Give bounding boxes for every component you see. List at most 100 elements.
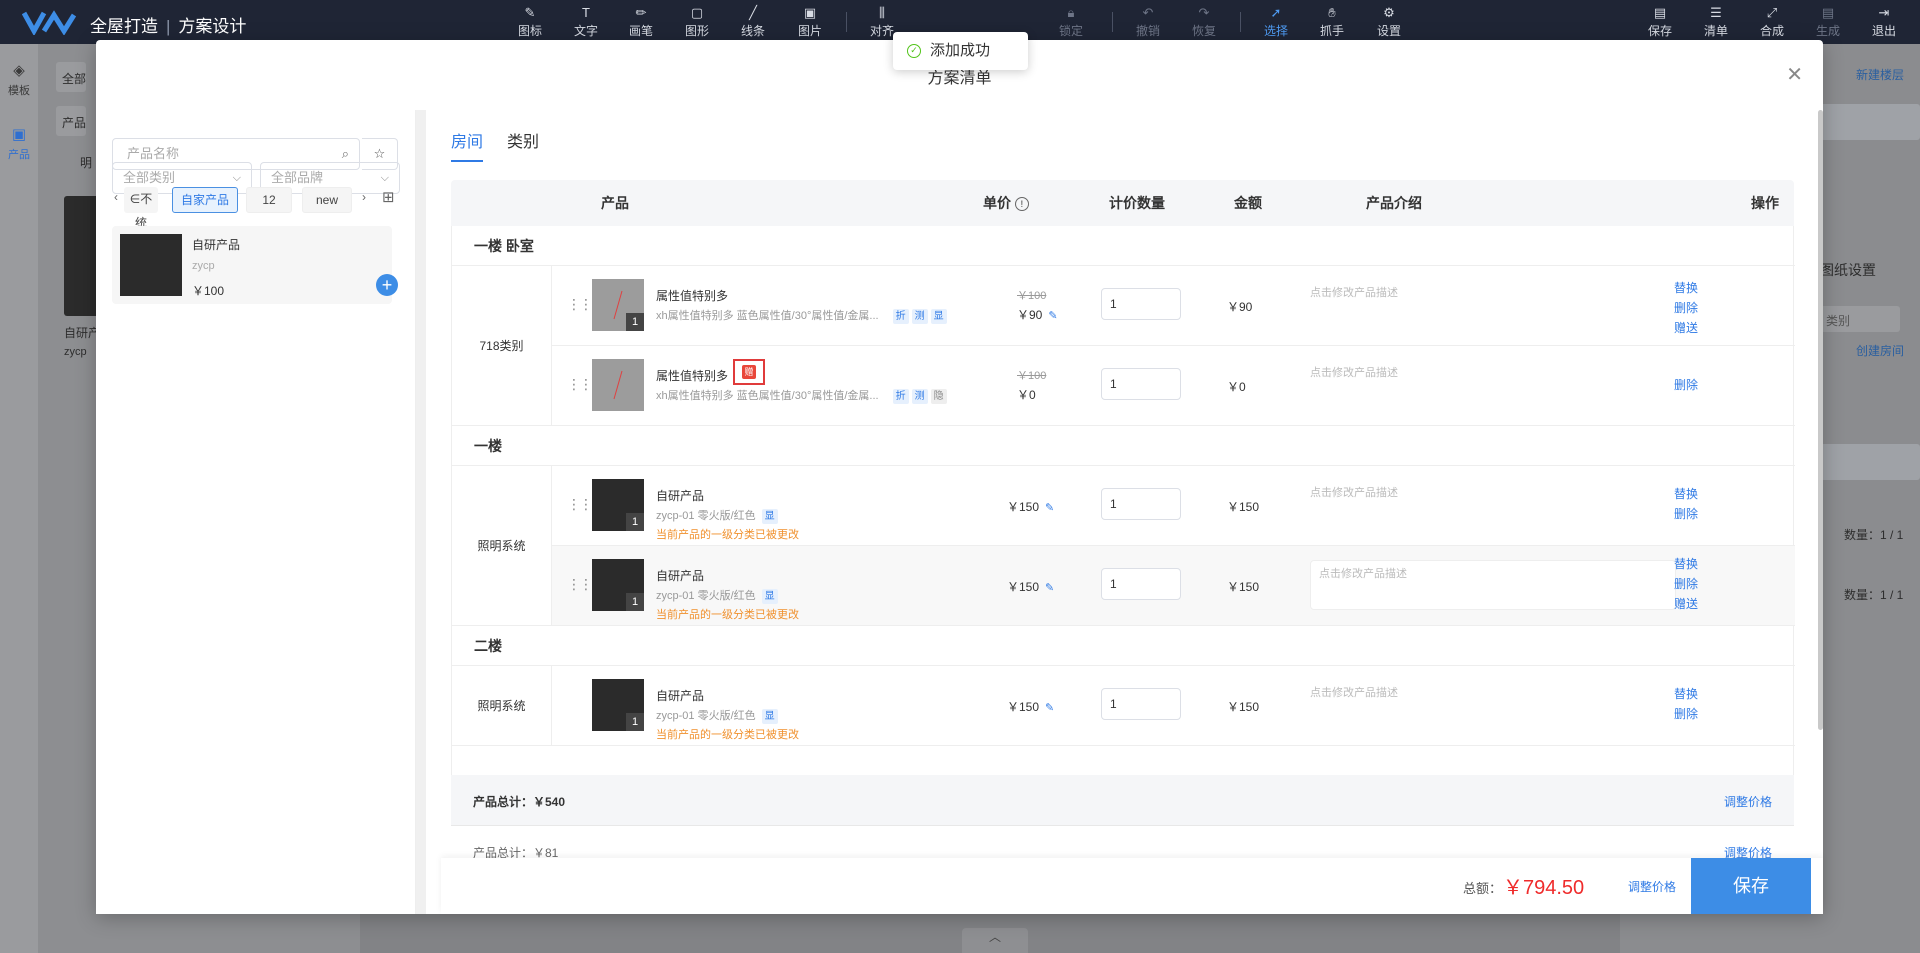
bg-band bbox=[1820, 104, 1920, 140]
chevron-right-icon[interactable]: › bbox=[362, 190, 366, 204]
row-actions: 删除 bbox=[1674, 375, 1698, 395]
toolbar-button[interactable]: ▤ 保存 bbox=[1636, 4, 1684, 39]
gift-link[interactable]: 赠送 bbox=[1674, 594, 1698, 614]
toolbar-button[interactable]: ✎ 图标 bbox=[506, 4, 554, 39]
chip-filter[interactable]: 12 bbox=[246, 187, 292, 213]
replace-link[interactable]: 替换 bbox=[1674, 484, 1698, 504]
favorite-star-icon[interactable]: ☆ bbox=[362, 138, 398, 170]
toolbar-button[interactable]: ▢ 图形 bbox=[673, 4, 721, 39]
grid-icon[interactable]: ⊞ bbox=[382, 188, 395, 206]
original-price: ￥100 bbox=[1017, 290, 1047, 302]
bg-category: 类别 bbox=[1820, 306, 1900, 332]
tab-categories[interactable]: 类别 bbox=[507, 128, 539, 152]
drag-handle-icon[interactable]: ⋮⋮ bbox=[567, 376, 593, 393]
brand-name: 全屋打造 bbox=[90, 17, 158, 36]
edit-icon[interactable]: ✎ bbox=[1045, 502, 1054, 514]
toolbar-button[interactable]: ↶ 撤销 bbox=[1124, 4, 1172, 39]
toolbar-icon: ✏ bbox=[635, 5, 647, 20]
chip-filter-selected[interactable]: 自家产品 bbox=[172, 187, 238, 213]
rail-templates-label: 模板 bbox=[8, 85, 30, 97]
rail-templates[interactable]: ◈ 模板 bbox=[0, 60, 38, 98]
drag-handle-icon[interactable]: ⋮⋮ bbox=[567, 496, 593, 513]
product-card[interactable]: 自研产品 zycp ￥100 + bbox=[112, 226, 398, 304]
bg-band bbox=[1820, 444, 1920, 480]
chip-label: new bbox=[315, 193, 338, 207]
scrollbar[interactable] bbox=[1818, 110, 1823, 730]
replace-link[interactable]: 替换 bbox=[1674, 278, 1698, 298]
intro-field[interactable]: 点击修改产品描述 bbox=[1310, 484, 1398, 500]
toolbar-button[interactable]: ✏ 画笔 bbox=[617, 4, 665, 39]
chevron-left-icon[interactable]: ‹ bbox=[114, 190, 118, 204]
close-icon[interactable]: ✕ bbox=[1786, 62, 1803, 87]
toolbar-button[interactable]: ⤢ 合成 bbox=[1748, 4, 1796, 39]
toolbar-button[interactable]: ▤ 生成 bbox=[1804, 4, 1852, 39]
toolbar-label: 对齐 bbox=[869, 24, 894, 38]
toolbar-button[interactable]: ↷ 恢复 bbox=[1180, 4, 1228, 39]
collapse-handle[interactable]: ︿ bbox=[962, 928, 1028, 953]
drag-handle-icon[interactable]: ⋮⋮ bbox=[567, 296, 593, 313]
row-actions: 替换 删除 bbox=[1674, 684, 1698, 724]
product-desc: zycp-01 零火版/红色显 bbox=[656, 507, 778, 524]
toolbar-button[interactable]: 🔒︎ 锁定 bbox=[1047, 4, 1095, 39]
count-badge: 1 bbox=[626, 593, 644, 611]
toolbar-button[interactable]: ⚙ 设置 bbox=[1365, 4, 1413, 39]
product-name: 属性值特别多 bbox=[656, 369, 729, 383]
search-icon[interactable]: ⌕ bbox=[342, 139, 349, 169]
toolbar-button[interactable]: ╱ 线条 bbox=[729, 4, 777, 39]
bg-item-name: 自研产 bbox=[64, 326, 101, 340]
intro-field[interactable]: 点击修改产品描述 bbox=[1310, 284, 1398, 300]
replace-link[interactable]: 替换 bbox=[1674, 554, 1698, 574]
quantity-input[interactable]: 1 bbox=[1101, 488, 1181, 520]
drag-handle-icon[interactable]: ⋮⋮ bbox=[567, 576, 593, 593]
tag-show: 显 bbox=[930, 309, 947, 324]
group-row: 二楼 bbox=[452, 626, 1795, 666]
quantity-input[interactable]: 1 bbox=[1101, 368, 1181, 400]
add-icon[interactable]: + bbox=[376, 274, 398, 296]
quantity-input[interactable]: 1 bbox=[1101, 688, 1181, 720]
quantity-input[interactable]: 1 bbox=[1101, 288, 1181, 320]
rail-products[interactable]: ▣ 产品 bbox=[0, 124, 38, 162]
delete-link[interactable]: 删除 bbox=[1674, 298, 1698, 318]
count-badge: 1 bbox=[626, 313, 644, 331]
bg-search: 全部 bbox=[56, 62, 86, 92]
intro-field[interactable]: 点击修改产品描述 bbox=[1310, 684, 1398, 700]
chip-label: 自家产品 bbox=[180, 193, 229, 207]
toolbar-button[interactable]: ➚ 选择 bbox=[1252, 4, 1300, 39]
product-search-input[interactable]: 产品名称 ⌕ bbox=[112, 138, 360, 170]
product-image: 1 bbox=[592, 479, 644, 531]
adjust-price-link[interactable]: 调整价格 bbox=[1724, 793, 1772, 810]
tag-test: 测 bbox=[911, 389, 928, 404]
table-row: ⋮⋮ 1 自研产品 zycp-01 零火版/红色显 当前产品的一级分类已被更改 … bbox=[552, 546, 1795, 626]
toolbar-button[interactable]: ☰ 清单 bbox=[1692, 4, 1740, 39]
toolbar-button[interactable]: ▣ 图片 bbox=[786, 4, 834, 39]
toolbar-label: 画笔 bbox=[628, 24, 653, 38]
adjust-total-link[interactable]: 调整价格 bbox=[1628, 878, 1676, 895]
replace-link[interactable]: 替换 bbox=[1674, 684, 1698, 704]
tag-show: 显 bbox=[761, 709, 778, 724]
header-intro: 产品介绍 bbox=[1366, 195, 1422, 211]
edit-icon[interactable]: ✎ bbox=[1045, 702, 1054, 714]
save-button[interactable]: 保存 bbox=[1691, 858, 1811, 914]
gift-link[interactable]: 赠送 bbox=[1674, 318, 1698, 338]
toolbar-button[interactable]: ⇥ 退出 bbox=[1860, 4, 1908, 39]
edit-icon[interactable]: ✎ bbox=[1045, 582, 1054, 594]
delete-link[interactable]: 删除 bbox=[1674, 375, 1698, 395]
product-price: ￥100 bbox=[192, 284, 225, 298]
header-qty: 计价数量 bbox=[1109, 195, 1165, 211]
chip-filter[interactable]: new bbox=[302, 187, 352, 213]
unit-price: ￥90 ✎ bbox=[1017, 308, 1058, 322]
toolbar-button[interactable]: ✋︎ 抓手 bbox=[1308, 4, 1356, 39]
edit-icon[interactable]: ✎ bbox=[1048, 310, 1057, 322]
delete-link[interactable]: 删除 bbox=[1674, 504, 1698, 524]
chip-filter[interactable]: ∈不统 bbox=[124, 187, 158, 230]
intro-field[interactable]: 点击修改产品描述 bbox=[1310, 364, 1398, 380]
quantity-input[interactable]: 1 bbox=[1101, 568, 1181, 600]
delete-link[interactable]: 删除 bbox=[1674, 704, 1698, 724]
tab-rooms[interactable]: 房间 bbox=[451, 128, 483, 152]
intro-field[interactable]: 点击修改产品描述 bbox=[1310, 560, 1676, 610]
delete-link[interactable]: 删除 bbox=[1674, 574, 1698, 594]
cube-icon: ▣ bbox=[11, 126, 27, 143]
toolbar-icon: ▤ bbox=[1821, 5, 1835, 20]
amount: ￥90 bbox=[1227, 300, 1253, 314]
toolbar-button[interactable]: T 文字 bbox=[562, 4, 610, 39]
